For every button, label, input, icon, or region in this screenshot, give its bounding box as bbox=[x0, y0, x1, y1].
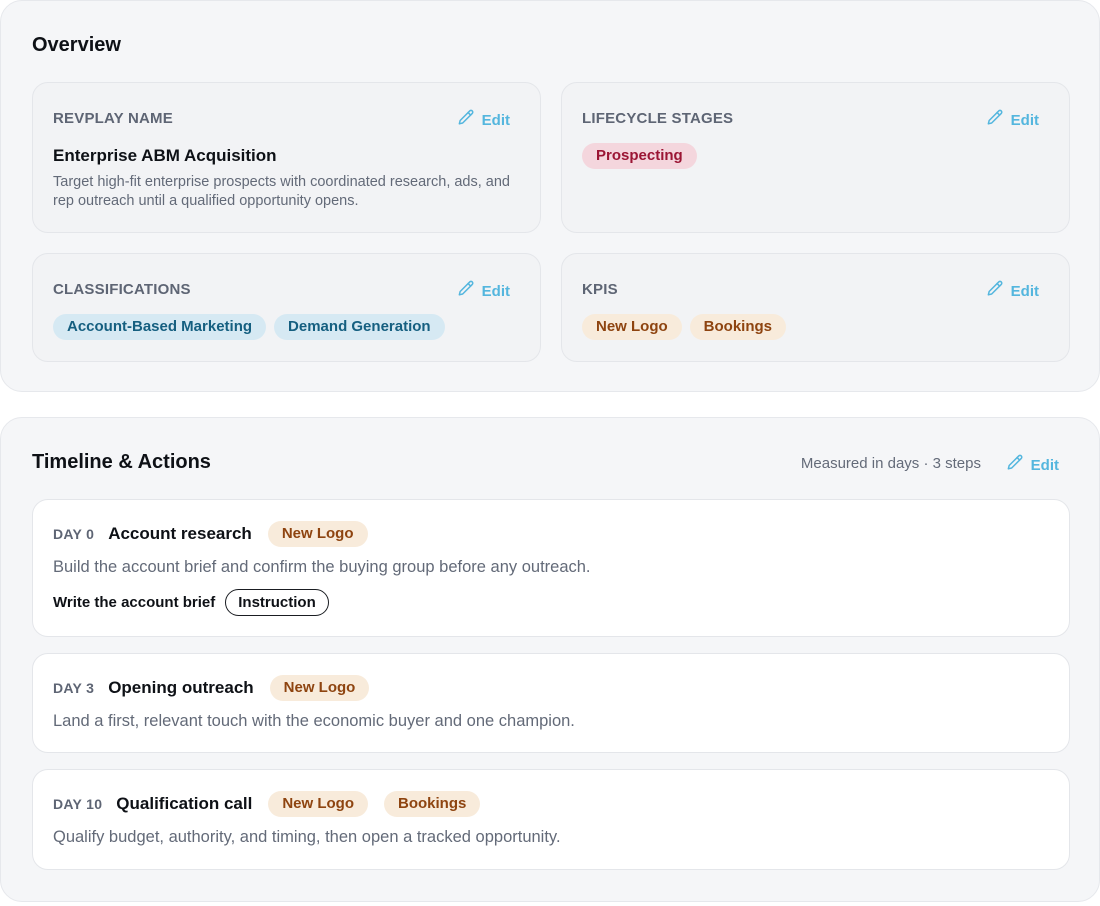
lifecycle-stages-label: LIFECYCLE STAGES bbox=[582, 110, 734, 127]
overview-section: Overview REVPLAY NAME Edit Enterprise AB… bbox=[0, 0, 1100, 392]
pencil-icon bbox=[985, 108, 1005, 132]
kpis-label: KPIS bbox=[582, 281, 618, 298]
pencil-icon bbox=[1005, 453, 1025, 477]
classifications-label: CLASSIFICATIONS bbox=[53, 281, 191, 298]
step-title: Opening outreach bbox=[108, 678, 254, 697]
lifecycle-chip-prospecting: Prospecting bbox=[582, 143, 697, 169]
timeline-step[interactable]: DAY 0 Account research New Logo Build th… bbox=[32, 499, 1070, 637]
classifications-card: CLASSIFICATIONS Edit Account-Based Marke… bbox=[32, 253, 541, 362]
step-kpi-chip: New Logo bbox=[267, 521, 368, 547]
edit-label: Edit bbox=[1010, 282, 1039, 300]
classification-chip-abm: Account-Based Marketing bbox=[53, 314, 267, 340]
timeline-meta: Measured in days · 3 steps bbox=[800, 455, 981, 472]
step-action: Write the account brief Instruction bbox=[53, 589, 329, 616]
step-kpi-chip: Bookings bbox=[384, 791, 481, 817]
edit-lifecycle-stages-button[interactable]: Edit bbox=[985, 108, 1039, 132]
revplay-name-value: Enterprise ABM Acquisition bbox=[53, 146, 277, 165]
revplay-name-card: REVPLAY NAME Edit Enterprise ABM Acquisi… bbox=[32, 82, 541, 233]
step-title: Qualification call bbox=[116, 794, 253, 813]
edit-label: Edit bbox=[481, 111, 510, 129]
pencil-icon bbox=[985, 279, 1005, 303]
edit-kpis-button[interactable]: Edit bbox=[985, 279, 1039, 303]
step-day: DAY 10 bbox=[53, 796, 103, 812]
kpi-chip-bookings: Bookings bbox=[689, 314, 787, 340]
step-day: DAY 3 bbox=[53, 680, 95, 696]
edit-label: Edit bbox=[481, 282, 510, 300]
pencil-icon bbox=[456, 279, 476, 303]
timeline-step[interactable]: DAY 3 Opening outreach New Logo Land a f… bbox=[32, 653, 1070, 753]
edit-label: Edit bbox=[1010, 111, 1039, 129]
step-description: Build the account brief and confirm the … bbox=[53, 558, 591, 576]
revplay-description: Target high-fit enterprise prospects wit… bbox=[53, 174, 510, 209]
action-label: Write the account brief bbox=[53, 594, 216, 611]
overview-title: Overview bbox=[32, 34, 121, 56]
step-description: Land a first, relevant touch with the ec… bbox=[53, 712, 575, 730]
step-description: Qualify budget, authority, and timing, t… bbox=[53, 828, 561, 846]
timeline-section: Timeline & Actions Measured in days · 3 … bbox=[0, 417, 1100, 902]
step-day: DAY 0 bbox=[53, 526, 95, 542]
edit-timeline-button[interactable]: Edit bbox=[1005, 453, 1059, 477]
pencil-icon bbox=[456, 108, 476, 132]
step-kpi-chip: New Logo bbox=[268, 791, 369, 817]
revplay-name-label: REVPLAY NAME bbox=[53, 110, 173, 127]
edit-classifications-button[interactable]: Edit bbox=[456, 279, 510, 303]
kpi-chip-new-logo: New Logo bbox=[582, 314, 682, 340]
action-type-badge: Instruction bbox=[225, 589, 329, 616]
classification-chip-demand-gen: Demand Generation bbox=[274, 314, 445, 340]
lifecycle-stages-card: LIFECYCLE STAGES Edit Prospecting bbox=[561, 82, 1070, 233]
edit-label: Edit bbox=[1030, 456, 1059, 474]
step-kpi-chip: New Logo bbox=[269, 675, 370, 701]
edit-revplay-name-button[interactable]: Edit bbox=[456, 108, 510, 132]
kpis-card: KPIS Edit New Logo Bookings bbox=[561, 253, 1070, 362]
timeline-title: Timeline & Actions bbox=[32, 451, 211, 473]
step-title: Account research bbox=[108, 524, 252, 543]
timeline-step[interactable]: DAY 10 Qualification call New Logo Booki… bbox=[32, 769, 1070, 870]
